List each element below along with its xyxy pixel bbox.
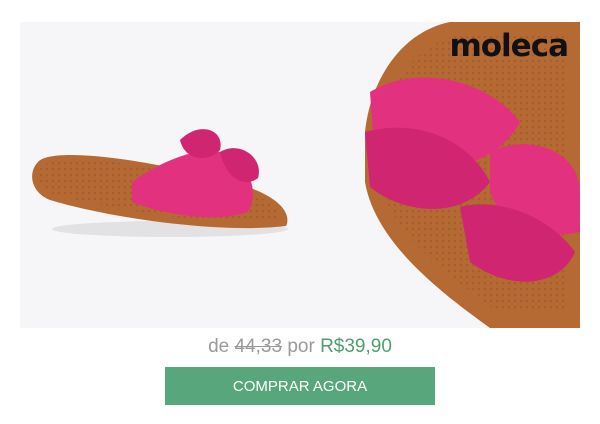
old-price: 44,33 (234, 336, 283, 357)
price-line: de 44,33 por R$39,90 (0, 336, 600, 358)
price-from-prefix: de (208, 336, 230, 357)
product-image-card[interactable]: moleca (20, 22, 580, 328)
left-sandal (32, 129, 288, 237)
sandal-photo (32, 22, 580, 328)
price-connector: por (287, 336, 315, 357)
right-sandal (365, 22, 580, 328)
brand-logo: moleca (449, 28, 569, 64)
new-price: R$39,90 (320, 336, 392, 357)
buy-now-button[interactable]: COMPRAR AGORA (165, 367, 435, 405)
